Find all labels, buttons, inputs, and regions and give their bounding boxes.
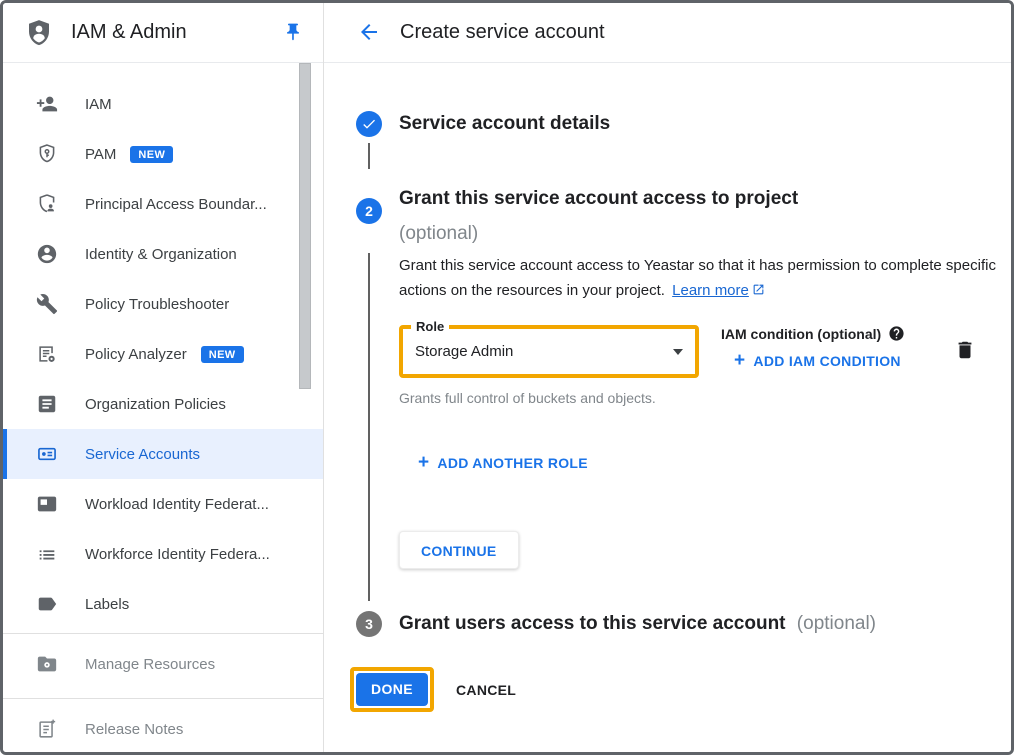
sidebar-item-label: Policy Troubleshooter xyxy=(85,296,229,313)
folder-gear-icon xyxy=(36,653,58,675)
sidebar-nav: IAM PAM NEW Principal Access Bounda xyxy=(3,63,323,755)
sidebar-item-label: Organization Policies xyxy=(85,396,226,413)
sidebar-item-pam[interactable]: PAM NEW xyxy=(3,129,323,179)
done-annotation-highlight: DONE xyxy=(350,667,434,712)
sidebar-item-label: Manage Resources xyxy=(85,656,215,673)
step3-heading: Grant users access to this service accou… xyxy=(399,611,876,637)
page-header: Create service account xyxy=(324,3,1011,63)
document-gear-icon xyxy=(36,343,58,365)
iam-condition-section: IAM condition (optional) + ADD IAM CONDI… xyxy=(721,325,905,371)
sidebar-item-policy-troubleshooter[interactable]: Policy Troubleshooter xyxy=(3,279,323,329)
sidebar-item-label: Release Notes xyxy=(85,721,183,738)
sidebar-item-iam[interactable]: IAM xyxy=(3,79,323,129)
step2-number: 2 xyxy=(365,203,373,219)
sidebar-item-label: Policy Analyzer xyxy=(85,346,187,363)
step2-optional-label: (optional) xyxy=(399,216,798,251)
sidebar-item-workforce-identity-federation[interactable]: Workforce Identity Federa... xyxy=(3,529,323,579)
done-button[interactable]: DONE xyxy=(356,673,428,706)
learn-more-label: Learn more xyxy=(672,282,749,299)
role-selected-value: Storage Admin xyxy=(415,343,673,360)
document-lines-icon xyxy=(36,393,58,415)
sidebar-item-workload-identity-federation[interactable]: Workload Identity Federat... xyxy=(3,479,323,529)
back-arrow-icon[interactable] xyxy=(357,20,381,44)
label-tag-icon xyxy=(36,593,58,615)
external-link-icon xyxy=(752,283,765,296)
step-connector xyxy=(368,253,370,601)
account-circle-icon xyxy=(36,243,58,265)
step3-title: Grant users access to this service accou… xyxy=(399,613,786,634)
page-title: Create service account xyxy=(400,21,605,44)
step3-optional-label: (optional) xyxy=(797,613,876,634)
wrench-icon xyxy=(36,293,58,315)
pin-icon[interactable] xyxy=(283,22,303,42)
step3-number-icon: 3 xyxy=(356,611,382,637)
sidebar-header: IAM & Admin xyxy=(3,3,323,63)
sidebar-item-label: Workload Identity Federat... xyxy=(85,496,269,513)
delete-role-icon[interactable] xyxy=(954,339,976,361)
person-add-icon xyxy=(36,93,58,115)
wizard-body: Service account details 2 Grant this ser… xyxy=(324,63,1011,752)
step1-title: Service account details xyxy=(399,111,610,137)
step1-complete-icon xyxy=(356,111,382,137)
sidebar-item-label: Principal Access Boundar... xyxy=(85,196,267,213)
list-icon xyxy=(36,543,58,565)
sidebar-item-principal-access-boundary[interactable]: Principal Access Boundar... xyxy=(3,179,323,229)
shield-key-icon xyxy=(36,143,58,165)
sidebar-item-label: Workforce Identity Federa... xyxy=(85,546,270,563)
plus-icon: + xyxy=(734,354,745,368)
new-badge: NEW xyxy=(201,346,244,363)
shield-person-icon xyxy=(36,193,58,215)
step3-number: 3 xyxy=(365,616,373,632)
step-connector xyxy=(368,143,370,169)
sidebar-item-organization-policies[interactable]: Organization Policies xyxy=(3,379,323,429)
sidebar-item-release-notes[interactable]: Release Notes xyxy=(3,699,323,755)
iam-shield-icon xyxy=(24,18,54,48)
step2-heading: Grant this service account access to pro… xyxy=(399,181,798,251)
check-icon xyxy=(361,116,377,132)
add-another-role-button[interactable]: + ADD ANOTHER ROLE xyxy=(418,455,588,471)
sidebar-item-label: PAM xyxy=(85,146,116,163)
sidebar-item-label: IAM xyxy=(85,96,112,113)
role-helper-text: Grants full control of buckets and objec… xyxy=(399,387,664,409)
chevron-down-icon xyxy=(673,349,683,355)
role-field-label: Role xyxy=(411,319,449,335)
main-panel: Create service account Service account d… xyxy=(324,3,1011,752)
sidebar-item-manage-resources[interactable]: Manage Resources xyxy=(3,634,323,694)
app-window: IAM & Admin IAM PAM NEW xyxy=(0,0,1014,755)
iam-condition-label: IAM condition (optional) xyxy=(721,326,881,342)
plus-icon: + xyxy=(418,456,429,470)
add-iam-condition-button[interactable]: + ADD IAM CONDITION xyxy=(734,353,901,369)
step2-title: Grant this service account access to pro… xyxy=(399,181,798,216)
sidebar-item-label: Identity & Organization xyxy=(85,246,237,263)
service-account-icon xyxy=(36,443,58,465)
sidebar-item-service-accounts[interactable]: Service Accounts xyxy=(3,429,323,479)
new-badge: NEW xyxy=(130,146,173,163)
sidebar-item-labels[interactable]: Labels xyxy=(3,579,323,629)
sidebar-item-label: Labels xyxy=(85,596,129,613)
add-another-role-label: ADD ANOTHER ROLE xyxy=(437,455,588,471)
sidebar-scrollbar[interactable] xyxy=(299,63,311,389)
help-icon[interactable] xyxy=(888,325,905,342)
step2-number-icon: 2 xyxy=(356,198,382,224)
sidebar-item-identity-organization[interactable]: Identity & Organization xyxy=(3,229,323,279)
learn-more-link[interactable]: Learn more xyxy=(672,282,765,299)
sidebar-item-policy-analyzer[interactable]: Policy Analyzer NEW xyxy=(3,329,323,379)
badge-card-icon xyxy=(36,493,58,515)
role-annotation-highlight: Role Storage Admin xyxy=(399,325,699,378)
add-iam-condition-label: ADD IAM CONDITION xyxy=(753,353,900,369)
sidebar-title: IAM & Admin xyxy=(71,21,187,44)
sidebar: IAM & Admin IAM PAM NEW xyxy=(3,3,324,752)
release-notes-icon xyxy=(36,718,58,740)
continue-button[interactable]: CONTINUE xyxy=(399,531,519,569)
step2-description: Grant this service account access to Yea… xyxy=(399,253,999,303)
cancel-button[interactable]: CANCEL xyxy=(456,667,516,712)
role-select[interactable]: Storage Admin xyxy=(403,329,695,374)
sidebar-item-label: Service Accounts xyxy=(85,446,200,463)
